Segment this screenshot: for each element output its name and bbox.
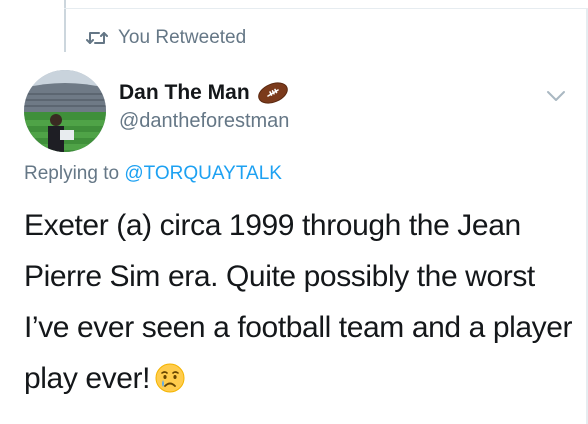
author-name-row[interactable]: Dan The Man <box>119 80 290 106</box>
author-handle[interactable]: @dantheforestman <box>119 110 289 133</box>
retweet-context: You Retweeted <box>86 26 246 50</box>
american-football-icon <box>257 82 288 104</box>
display-name[interactable]: Dan The Man <box>119 81 250 105</box>
tweet-text: Exeter (a) circa 1999 through the Jean P… <box>24 209 573 395</box>
tweet-body: Exeter (a) circa 1999 through the Jean P… <box>24 200 576 404</box>
replying-to-line: Replying to @TORQUAYTALK <box>24 163 282 185</box>
avatar[interactable] <box>24 70 106 152</box>
crying-face-icon <box>155 363 185 393</box>
avatar-image <box>24 70 106 152</box>
replying-prefix: Replying to <box>24 163 120 184</box>
retweet-icon <box>86 32 108 44</box>
tweet-top-border <box>64 8 588 9</box>
reply-mention-link[interactable]: @TORQUAYTALK <box>124 163 282 184</box>
chevron-down-icon[interactable] <box>544 86 568 106</box>
retweet-label: You Retweeted <box>118 27 247 48</box>
